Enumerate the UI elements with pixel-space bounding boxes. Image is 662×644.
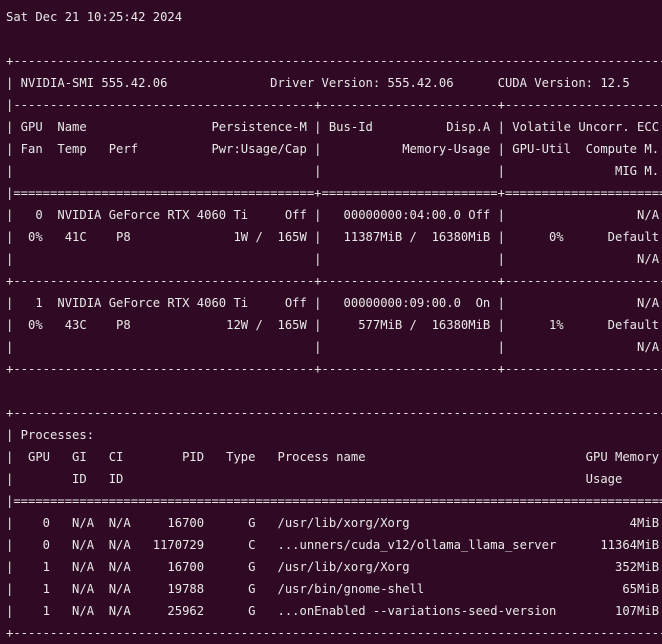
process-row: | 1 N/A N/A 19788 G /usr/bin/gnome-shell… bbox=[6, 582, 662, 596]
gpu0-row-2: | 0% 41C P8 1W / 165W | 11387MiB / 16380… bbox=[6, 230, 662, 244]
processes-title: | Processes: | bbox=[6, 428, 662, 442]
terminal-window[interactable]: Sat Dec 21 10:25:42 2024 +--------------… bbox=[0, 0, 662, 644]
gpu1-row-3: | | | N/A | bbox=[6, 340, 662, 354]
gpu1-row-2: | 0% 43C P8 12W / 165W | 577MiB / 16380M… bbox=[6, 318, 662, 332]
process-border-top: +---------------------------------------… bbox=[6, 406, 662, 420]
gpu-header-line-1: | GPU Name Persistence-M | Bus-Id Disp.A… bbox=[6, 120, 662, 134]
table-border-top: +---------------------------------------… bbox=[6, 54, 662, 68]
timestamp-line: Sat Dec 21 10:25:42 2024 bbox=[6, 10, 183, 24]
process-header-line-1: | GPU GI CI PID Type Process name GPU Me… bbox=[6, 450, 662, 464]
process-row: | 1 N/A N/A 25962 G ...onEnabled --varia… bbox=[6, 604, 662, 618]
process-border-bottom: +---------------------------------------… bbox=[6, 626, 662, 640]
header-double-rule: |=======================================… bbox=[6, 186, 662, 200]
gpu-header-line-2: | Fan Temp Perf Pwr:Usage/Cap | Memory-U… bbox=[6, 142, 662, 156]
gpu-table-border-bottom: +---------------------------------------… bbox=[6, 362, 662, 376]
gpu0-row-3: | | | N/A | bbox=[6, 252, 662, 266]
process-header-line-2: | ID ID Usage | bbox=[6, 472, 662, 486]
process-row: | 0 N/A N/A 1170729 C ...unners/cuda_v12… bbox=[6, 538, 662, 552]
process-double-rule: |=======================================… bbox=[6, 494, 662, 508]
process-row: | 1 N/A N/A 16700 G /usr/lib/xorg/Xorg 3… bbox=[6, 560, 662, 574]
process-row: | 0 N/A N/A 16700 G /usr/lib/xorg/Xorg 4… bbox=[6, 516, 662, 530]
gpu0-row-1: | 0 NVIDIA GeForce RTX 4060 Ti Off | 000… bbox=[6, 208, 662, 222]
gpu1-row-1: | 1 NVIDIA GeForce RTX 4060 Ti Off | 000… bbox=[6, 296, 662, 310]
smi-version-line: | NVIDIA-SMI 555.42.06 Driver Version: 5… bbox=[6, 76, 662, 90]
table-separator: |---------------------------------------… bbox=[6, 98, 662, 112]
gpu-row-separator: +---------------------------------------… bbox=[6, 274, 662, 288]
gpu-header-line-3: | | | MIG M. | bbox=[6, 164, 662, 178]
